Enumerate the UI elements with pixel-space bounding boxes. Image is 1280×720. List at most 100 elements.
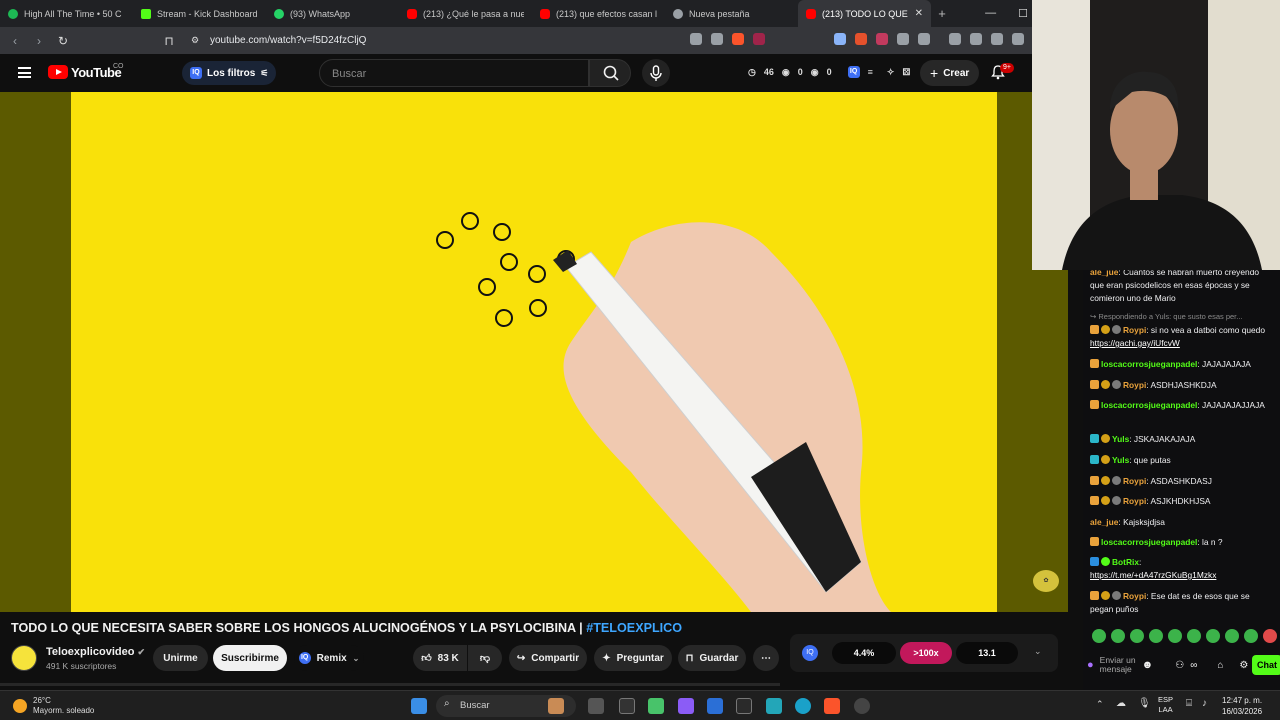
like-button[interactable]: 👍︎ 83 K [413, 645, 467, 671]
close-tab-icon[interactable]: ✕ [915, 8, 923, 19]
chat-username[interactable]: loscacorrosjueganpadel [1101, 400, 1197, 410]
emote-icon[interactable] [1168, 629, 1182, 643]
microphone-icon[interactable]: ● [1087, 659, 1094, 671]
dice-icon[interactable]: ⚄ [902, 67, 910, 78]
search-button[interactable] [589, 59, 631, 87]
language-indicator[interactable]: ESP LAA [1158, 695, 1173, 715]
chat-username[interactable]: BotRix [1112, 557, 1139, 567]
people-icon[interactable]: ⚇ [1175, 660, 1184, 671]
edge-icon[interactable] [795, 698, 811, 714]
filters-button[interactable]: IQ Los filtros ⚟ [182, 61, 277, 85]
emoji-icon[interactable]: ☻ [1142, 659, 1154, 671]
tray-chevron-icon[interactable]: ⌃ [1096, 699, 1104, 710]
chat-username[interactable]: Roypi [1123, 591, 1146, 601]
back-icon[interactable]: ‹ [8, 34, 22, 48]
file-explorer-icon[interactable] [588, 698, 604, 714]
emote-icon[interactable] [1187, 629, 1201, 643]
reload-icon[interactable]: ↻ [56, 34, 70, 48]
bookmark-icon[interactable]: ⊓ [162, 34, 176, 48]
share-button[interactable]: ↪ Compartir [509, 645, 587, 671]
voice-search-button[interactable] [642, 59, 670, 87]
emote-icon[interactable] [1111, 629, 1125, 643]
emote-icon[interactable] [1244, 629, 1258, 643]
chat-username[interactable]: Yuls [1112, 434, 1129, 444]
chat-link[interactable]: https://gachi.gay/iUfcvW [1090, 338, 1180, 348]
channel-name[interactable]: Teloexplicovideo ✔ [46, 646, 145, 658]
app-icon[interactable] [648, 698, 664, 714]
chat-send-button[interactable]: Chat [1252, 655, 1280, 675]
chat-link[interactable]: https://t.me/+dA47rzGKuBg1Mzkx [1090, 570, 1216, 580]
app-icon[interactable] [766, 698, 782, 714]
browser-tab[interactable]: (213) ¿Qué le pasa a nuestr [399, 0, 532, 27]
youtube-logo-icon[interactable] [48, 65, 68, 79]
rocket-icon[interactable]: ✧ [887, 67, 895, 78]
chat-username[interactable]: loscacorrosjueganpadel [1101, 537, 1197, 547]
browser-tab[interactable]: Nueva pestaña [665, 0, 798, 27]
ask-button[interactable]: ✦ Preguntar [594, 645, 672, 671]
extension-icon[interactable] [855, 33, 867, 45]
network-icon[interactable]: ⌸ [1186, 698, 1192, 709]
new-tab-icon[interactable]: + [931, 6, 953, 21]
iq-icon[interactable]: IQ [847, 66, 860, 78]
leo-ai-icon[interactable] [1012, 33, 1024, 45]
search-input[interactable]: Buscar [319, 59, 589, 87]
chat-username[interactable]: ale_jue [1090, 517, 1118, 527]
join-button[interactable]: Unirme [153, 645, 208, 671]
chat-username[interactable]: Roypi [1123, 496, 1146, 506]
infinity-icon[interactable]: ∞ [1190, 660, 1197, 671]
chat-username[interactable]: Roypi [1123, 325, 1146, 335]
emote-icon[interactable] [1206, 629, 1220, 643]
brave-rewards-icon[interactable] [753, 33, 765, 45]
maximize-icon[interactable]: ☐ [1018, 7, 1028, 20]
browser-tab[interactable]: (93) WhatsApp [266, 0, 399, 27]
list-icon[interactable]: ≡ [868, 67, 873, 77]
browser-tab-active[interactable]: (213) TODO LO QUE NE✕ [798, 0, 931, 27]
channel-watermark[interactable]: ✿ [1033, 570, 1059, 592]
chat-username[interactable]: ale_jue [1090, 270, 1118, 277]
volume-icon[interactable]: ♪ [1202, 698, 1207, 709]
video-frame[interactable] [71, 92, 997, 612]
sidebar-icon[interactable] [991, 33, 1003, 45]
chat-input[interactable]: ● Enviar un mensaje ☻ ⚇ ∞ ⌂ ⚙ [1087, 650, 1257, 680]
share-icon[interactable] [711, 33, 723, 45]
onedrive-icon[interactable]: ☁ [1116, 698, 1126, 709]
emote-icon[interactable] [1149, 629, 1163, 643]
settings-icon[interactable]: ⚙ [1239, 660, 1248, 671]
translate-icon[interactable] [834, 33, 846, 45]
site-info-icon[interactable]: ⚙ [188, 35, 202, 46]
chat-username[interactable]: Roypi [1123, 476, 1146, 486]
minimize-icon[interactable]: — [985, 7, 996, 20]
store-icon[interactable] [707, 698, 723, 714]
browser-tab[interactable]: (213) que efectos casan los [532, 0, 665, 27]
copilot-icon[interactable] [678, 698, 694, 714]
weather-widget[interactable]: 26°C Mayorm. soleado [13, 696, 94, 716]
dislike-button[interactable]: 👎︎ [468, 645, 502, 671]
mic-tray-icon[interactable]: 🎙︎ [1138, 698, 1151, 709]
browser-tab[interactable]: High All The Time • 50 C [0, 0, 133, 27]
chevron-down-icon[interactable]: ⌄ [1034, 646, 1042, 657]
url-field[interactable]: youtube.com/watch?v=f5D24fzCljQ [210, 33, 700, 49]
emote-icon[interactable] [1225, 629, 1239, 643]
emote-icon[interactable] [1130, 629, 1144, 643]
remix-button[interactable]: IQ Remix ⌄ [294, 645, 364, 671]
chat-username[interactable]: Roypi [1123, 380, 1146, 390]
browser-tab[interactable]: Stream - Kick Dashboard [133, 0, 266, 27]
more-button[interactable]: ⋯ [753, 645, 779, 671]
subscribe-button[interactable]: Suscribirme [213, 645, 287, 671]
terminal-icon[interactable] [736, 698, 752, 714]
chat-reply-context[interactable]: ↪ Respondiendo a Yuls: que susto esas pe… [1090, 310, 1272, 323]
iq-icon[interactable]: IQ [802, 645, 818, 661]
chat-username[interactable]: Yuls [1112, 455, 1129, 465]
menu-icon[interactable] [18, 67, 31, 78]
cast-icon[interactable] [690, 33, 702, 45]
reading-list-icon[interactable] [970, 33, 982, 45]
emote-icon[interactable] [1263, 629, 1277, 643]
store-icon[interactable]: ⌂ [1217, 660, 1223, 671]
media-icon[interactable] [949, 33, 961, 45]
puzzle-icon[interactable] [897, 33, 909, 45]
forward-icon[interactable]: › [32, 34, 46, 48]
obs-icon[interactable] [854, 698, 870, 714]
page-scrollbar[interactable] [0, 683, 780, 686]
chat-username[interactable]: loscacorrosjueganpadel [1101, 359, 1197, 369]
emote-icon[interactable] [1092, 629, 1106, 643]
